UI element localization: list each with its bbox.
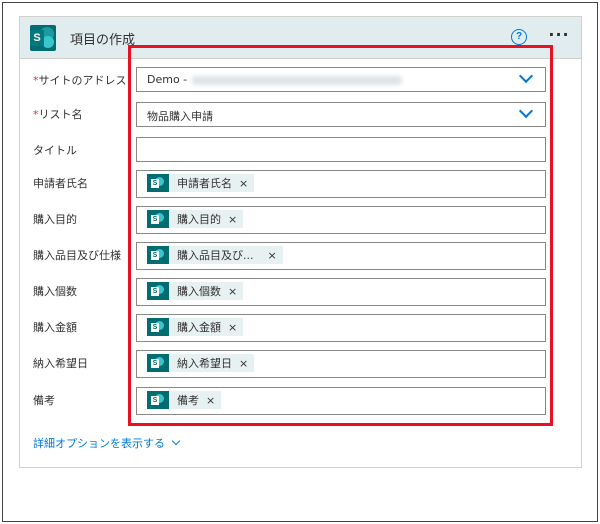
items-spec-field[interactable]: S 購入品目及び... ×	[136, 242, 546, 270]
dynamic-content-token[interactable]: S 納入希望日 ×	[147, 354, 255, 372]
label-amount: 購入金額	[33, 321, 77, 334]
sharepoint-token-icon: S	[147, 354, 169, 372]
dynamic-content-token[interactable]: S 購入目的 ×	[147, 210, 244, 228]
card-title: 項目の作成	[70, 33, 136, 48]
title-input[interactable]	[136, 137, 546, 162]
sharepoint-logo-icon: S	[30, 25, 56, 51]
token-label: 購入金額	[177, 321, 221, 334]
sharepoint-token-icon: S	[147, 210, 169, 228]
quantity-field[interactable]: S 購入個数 ×	[136, 278, 546, 306]
token-label: 購入目的	[177, 213, 221, 226]
sharepoint-token-icon: S	[147, 174, 169, 192]
sharepoint-token-icon: S	[147, 318, 169, 336]
label-title: タイトル	[33, 144, 77, 157]
amount-field[interactable]: S 購入金額 ×	[136, 314, 546, 342]
token-remove-icon[interactable]: ×	[239, 177, 248, 190]
applicant-name-field[interactable]: S 申請者氏名 ×	[136, 170, 546, 198]
chevron-down-icon[interactable]	[518, 103, 534, 119]
show-advanced-options-link[interactable]: 詳細オプションを表示する	[33, 435, 181, 451]
token-remove-icon[interactable]: ×	[228, 321, 237, 334]
label-purpose: 購入目的	[33, 213, 77, 226]
chevron-down-icon	[171, 436, 181, 446]
token-label: 備考	[177, 394, 199, 407]
chevron-down-icon[interactable]	[518, 68, 534, 84]
token-remove-icon[interactable]: ×	[239, 357, 248, 370]
label-quantity: 購入個数	[33, 285, 77, 298]
logo-letter: S	[30, 30, 44, 46]
label-notes: 備考	[33, 394, 55, 407]
help-icon[interactable]: ?	[511, 29, 527, 45]
label-site-address: *サイトのアドレス	[33, 74, 127, 87]
dynamic-content-token[interactable]: S 購入品目及び... ×	[147, 246, 283, 264]
delivery-date-field[interactable]: S 納入希望日 ×	[136, 350, 546, 378]
token-remove-icon[interactable]: ×	[206, 394, 215, 407]
token-remove-icon[interactable]: ×	[268, 249, 277, 262]
site-address-dropdown[interactable]: Demo -	[136, 67, 546, 92]
purpose-field[interactable]: S 購入目的 ×	[136, 206, 546, 234]
sharepoint-token-icon: S	[147, 246, 169, 264]
sharepoint-token-icon: S	[147, 282, 169, 300]
token-label: 納入希望日	[177, 357, 232, 370]
label-applicant-name: 申請者氏名	[33, 177, 88, 190]
list-name-dropdown[interactable]: 物品購入申請	[136, 102, 546, 127]
site-address-value: Demo -	[147, 73, 188, 86]
token-remove-icon[interactable]: ×	[228, 213, 237, 226]
token-label: 申請者氏名	[177, 177, 232, 190]
list-name-value: 物品購入申請	[147, 110, 213, 123]
token-remove-icon[interactable]: ×	[228, 285, 237, 298]
token-label: 購入品目及び...	[177, 249, 254, 262]
dynamic-content-token[interactable]: S 購入個数 ×	[147, 282, 244, 300]
sharepoint-token-icon: S	[147, 391, 169, 409]
more-options-icon[interactable]: ···	[546, 25, 572, 45]
label-list-name: *リスト名	[33, 108, 83, 121]
notes-field[interactable]: S 備考 ×	[136, 387, 546, 415]
dynamic-content-token[interactable]: S 備考 ×	[147, 391, 222, 409]
token-label: 購入個数	[177, 285, 221, 298]
obscured-url	[192, 76, 402, 85]
dynamic-content-token[interactable]: S 購入金額 ×	[147, 318, 244, 336]
label-delivery-date: 納入希望日	[33, 357, 88, 370]
label-items-spec: 購入品目及び仕様	[33, 249, 121, 262]
dynamic-content-token[interactable]: S 申請者氏名 ×	[147, 174, 255, 192]
